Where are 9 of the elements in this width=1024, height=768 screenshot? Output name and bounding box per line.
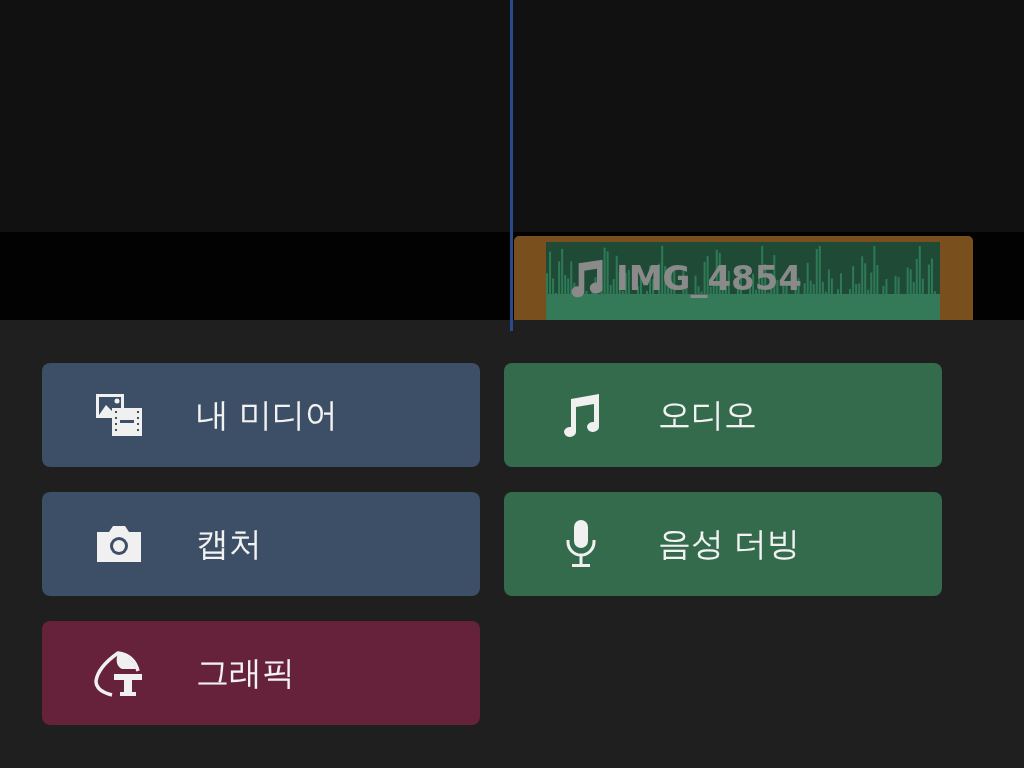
clip-name: IMG_4854 — [616, 258, 803, 298]
playhead[interactable] — [510, 0, 513, 331]
camera-icon — [95, 524, 143, 564]
add-button[interactable]: 내 미디어 — [42, 363, 480, 467]
add-button[interactable]: 음성 더빙 — [504, 492, 942, 596]
add-button[interactable]: 오디오 — [504, 363, 942, 467]
media-icon — [94, 392, 144, 438]
add-button[interactable]: 캡처 — [42, 492, 480, 596]
add-button[interactable]: 그래픽 — [42, 621, 480, 725]
